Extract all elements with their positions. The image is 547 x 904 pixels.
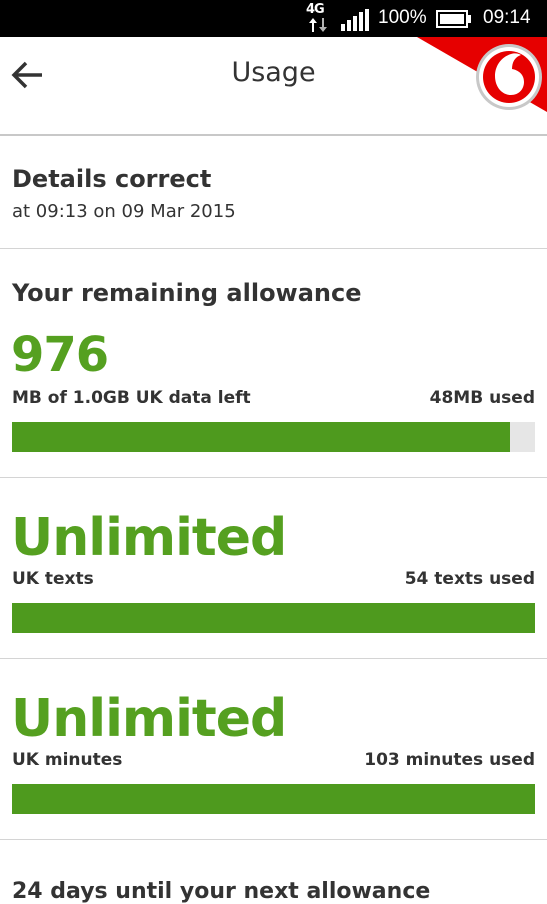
allowance-heading: Your remaining allowance xyxy=(12,279,362,307)
texts-remaining-value: Unlimited xyxy=(11,508,287,568)
details-heading: Details correct xyxy=(12,165,212,193)
minutes-allowance-section: Unlimited UK minutes 103 minutes used xyxy=(0,659,547,840)
minutes-used-label: 103 minutes used xyxy=(364,750,535,770)
details-timestamp: at 09:13 on 09 Mar 2015 xyxy=(12,201,236,222)
battery-icon xyxy=(436,10,471,28)
data-usage-bar xyxy=(12,422,535,452)
minutes-usage-bar xyxy=(12,784,535,814)
texts-usage-bar-fill xyxy=(12,603,535,633)
minutes-label: UK minutes xyxy=(12,750,123,770)
status-clock: 09:14 xyxy=(483,7,531,28)
details-section: Details correct at 09:13 on 09 Mar 2015 xyxy=(0,136,547,249)
battery-percent: 100% xyxy=(378,7,427,28)
texts-used-label: 54 texts used xyxy=(404,569,535,589)
texts-usage-bar xyxy=(12,603,535,633)
minutes-usage-bar-fill xyxy=(12,784,535,814)
vodafone-logo-icon[interactable] xyxy=(417,37,547,112)
app-header: Usage xyxy=(0,37,547,136)
texts-allowance-section: Unlimited UK texts 54 texts used xyxy=(0,478,547,659)
minutes-remaining-value: Unlimited xyxy=(11,689,287,749)
data-used-label: 48MB used xyxy=(429,388,535,408)
network-type: 4G xyxy=(306,2,325,17)
status-bar: 4G 100% 09:14 xyxy=(0,0,547,37)
data-usage-bar-fill xyxy=(12,422,511,452)
texts-label: UK texts xyxy=(12,569,94,589)
network-indicator: 4G xyxy=(306,2,330,34)
data-allowance-section: Your remaining allowance 976 MB of 1.0GB… xyxy=(0,249,547,478)
data-arrows-icon xyxy=(309,18,327,32)
next-allowance-section: 24 days until your next allowance xyxy=(0,840,547,904)
data-remaining-label: MB of 1.0GB UK data left xyxy=(12,388,251,408)
signal-strength-icon xyxy=(341,9,369,31)
data-remaining-value: 976 xyxy=(11,327,109,383)
next-allowance-text: 24 days until your next allowance xyxy=(12,879,431,904)
